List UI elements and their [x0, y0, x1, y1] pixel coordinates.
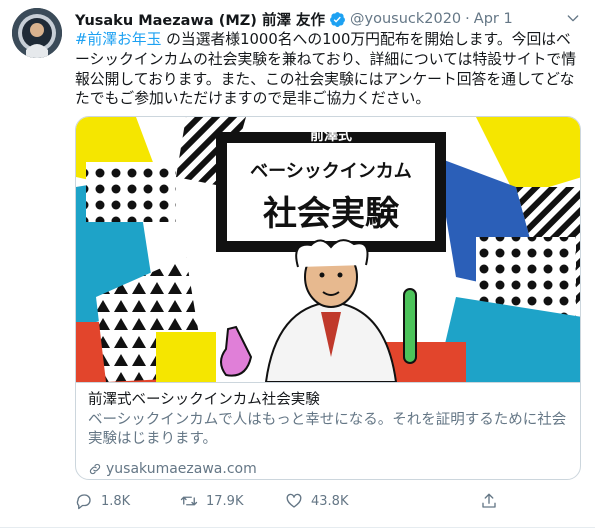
share-icon: [482, 493, 496, 508]
link-icon: [89, 463, 101, 475]
card-domain[interactable]: yusakumaezawa.com: [88, 461, 257, 477]
card-description: ベーシックインカムで人はもっと幸せになる。それを証明するために社会実験はじまりま…: [88, 412, 567, 447]
card-image-small-label: 前澤式: [310, 127, 352, 144]
card-title[interactable]: 前澤式ベーシックインカム社会実験: [88, 391, 570, 410]
author-name[interactable]: Yusaku Maezawa (MZ) 前澤 友作: [75, 9, 325, 30]
action-bar: 1.8K 17.9K 43.8K: [75, 492, 535, 512]
like-count: 43.8K: [311, 493, 349, 509]
separator-dot: ·: [465, 11, 470, 27]
card-image-line1: ベーシックインカム: [250, 161, 412, 182]
card-domain-text: yusakumaezawa.com: [106, 461, 257, 477]
reply-icon: [76, 494, 91, 510]
tweet-date[interactable]: Apr 1: [474, 11, 513, 27]
tweet-text: #前澤お年玉 の当選者様1000名への100万円配布を開始します。今回はベーシッ…: [75, 30, 580, 109]
author-handle[interactable]: @yousuck2020: [350, 11, 461, 27]
card-image-line2: 社会実験: [263, 194, 400, 234]
reply-count: 1.8K: [101, 493, 131, 509]
share-button[interactable]: [480, 492, 506, 510]
like-button[interactable]: 43.8K: [285, 492, 348, 510]
card-image[interactable]: 前澤式 ベーシックインカム 社会実験: [76, 117, 581, 382]
verified-badge-icon: [330, 11, 345, 27]
tweet[interactable]: Yusaku Maezawa (MZ) 前澤 友作 @yousuck2020 ·…: [0, 0, 595, 528]
retweet-button[interactable]: 17.9K: [180, 492, 243, 510]
like-icon: [286, 493, 302, 508]
hashtag-link[interactable]: #前澤お年玉: [75, 31, 161, 48]
retweet-icon: [180, 496, 198, 506]
caret-down-icon[interactable]: [565, 10, 581, 26]
retweet-count: 17.9K: [206, 493, 244, 509]
avatar[interactable]: [12, 8, 62, 58]
tweet-header: Yusaku Maezawa (MZ) 前澤 友作 @yousuck2020 ·…: [75, 8, 513, 30]
reply-button[interactable]: 1.8K: [75, 492, 130, 510]
card-body[interactable]: 前澤式ベーシックインカム社会実験 ベーシックインカムで人はもっと幸せになる。それ…: [76, 382, 580, 479]
link-card[interactable]: 前澤式 ベーシックインカム 社会実験 前澤式ベーシックインカム社会実験 ベーシッ…: [75, 116, 581, 480]
